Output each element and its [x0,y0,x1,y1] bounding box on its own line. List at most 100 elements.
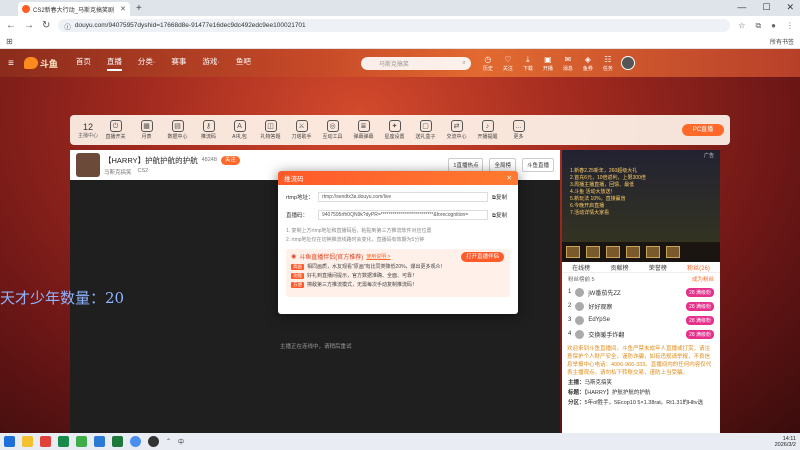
copy-rtmp-button[interactable]: ⧉复制 [492,193,507,202]
copy-key-button[interactable]: ⧉复制 [492,211,507,220]
tab-close-icon[interactable]: ✕ [120,5,126,13]
tool-danmaku[interactable]: ≣ 弹幕弹幕 [348,120,379,140]
browser-tab[interactable]: CS2新春大行动_马斯克搞笑剧 ✕ [18,2,130,16]
tab-online[interactable]: 在线榜 [572,263,590,272]
message-button[interactable]: ✉ 消息 [561,55,575,72]
tool-gift-box[interactable]: ▢ 送礼盒子 [410,120,441,140]
exchange-icon: ⇄ [450,120,463,132]
nav-home[interactable]: 首页 [76,56,91,71]
open-companion-button[interactable]: 打开直播伴侣 [460,252,504,262]
streamer-name[interactable]: 马斯克搞笑 [104,168,132,176]
back-icon[interactable]: ← [6,20,16,31]
chrome-icon[interactable] [130,436,141,447]
start-icon[interactable] [4,436,15,447]
global-rank-button[interactable]: 全局榜 [489,158,516,172]
tray-chevron-icon[interactable]: ⌃ [166,438,171,445]
excel-icon[interactable] [112,436,123,447]
close-window-icon[interactable]: ✕ [786,2,794,13]
all-bookmarks[interactable]: 所有书签 [770,37,794,46]
tool-data[interactable]: ▤ 数据中心 [162,120,193,140]
list-item[interactable]: 3 EdYpSe 28 满级粉 [562,313,720,327]
follow-button[interactable]: ♡ 关注 [501,55,515,72]
tool-interact[interactable]: ◎ 互动工具 [317,120,348,140]
anchor-toolbar: 12 主播中心 ⏻ 直播开关 ▦ 月表 ▤ 数据中心 ⚷ 推流码 A AI礼包 ◫ 礼物答题… [70,115,730,145]
coupon-button[interactable]: ◈ 鱼券 [581,55,595,72]
new-tab-icon[interactable]: + [136,3,142,14]
tab-contribution[interactable]: 贡献榜 [610,263,628,272]
close-icon[interactable]: ✕ [507,174,512,182]
language-indicator[interactable]: 中 [178,437,184,446]
list-item[interactable]: 1 jW番茄先ZZ 28 满级粉 [562,285,720,299]
rtmp-field[interactable]: rtmp://sendtx3a.douyu.com/live [318,192,488,202]
app-icon-dark[interactable] [148,436,159,447]
nav-games[interactable]: 游戏· [202,56,220,71]
forward-icon[interactable]: → [24,20,34,31]
list-item[interactable]: 4 交换暖手炸翻 28 满级粉 [562,327,720,341]
bell-icon: ♪ [481,120,494,132]
usage-link[interactable]: 使用说明 > [366,253,390,260]
system-clock[interactable]: 14:11 2026/3/2 [775,436,796,448]
nav-live[interactable]: 直播 [106,56,122,71]
maximize-icon[interactable]: ☐ [762,2,770,13]
broadcast-button[interactable]: ▣ 开播 [541,55,555,72]
douyu-logo[interactable]: 斗鱼 [23,57,58,70]
follow-button[interactable]: 关注 [220,155,240,165]
streamer-avatar[interactable] [76,153,100,177]
tip-line: 2. rtmp地址仅在切换推流线路时会变化，直播码有效期为5分钟 [286,237,425,243]
gift-slot-icon[interactable] [606,246,620,258]
gift-slot-icon[interactable] [626,246,640,258]
app-icon-blue[interactable] [94,436,105,447]
ad-banner[interactable]: 广告 1.新春2.25新年，260超级大礼 2.首充6元，10倍返利，上限300… [562,150,720,242]
nav-yuba[interactable]: 鱼吧 [236,56,251,71]
nav-events[interactable]: 赛事 [171,56,186,71]
download-button[interactable]: ⤓ 下载 [521,55,535,72]
list-item[interactable]: 2 好好观察 28 满级粉 [562,299,720,313]
promo-badge: 功能 [291,272,304,279]
extensions-icon[interactable]: ⧉ [755,21,761,31]
hot-button[interactable]: 1直播热点 [448,158,484,172]
tool-gift-quiz[interactable]: ◫ 礼物答题 [255,120,286,140]
url-field[interactable]: ⓘ douyu.com/94075957dyshid=17668d8e-9147… [58,19,731,32]
app-icon-lime[interactable] [76,436,87,447]
anchor-center-count[interactable]: 12 主播中心 [76,122,100,139]
tool-reminder[interactable]: ♪ 开播提醒 [472,120,503,140]
gift-slot-icon[interactable] [666,246,680,258]
become-fan-link[interactable]: 成为粉丝 [692,275,714,283]
history-button[interactable]: ◷ 历史 [481,55,495,72]
tool-monthly[interactable]: ▦ 月表 [131,120,162,140]
bookmark-star-icon[interactable]: ☆ [738,21,745,31]
gift-slot-icon[interactable] [646,246,660,258]
tool-constellation[interactable]: ✦ 星座设置 [379,120,410,140]
gift-slot-icon[interactable] [586,246,600,258]
gift-slot-icon[interactable] [566,246,580,258]
apps-grid-icon[interactable]: ⊞ [6,37,13,46]
file-explorer-icon[interactable] [22,436,33,447]
task-button[interactable]: ☷ 任务 [601,55,615,72]
tool-more[interactable]: … 更多 [503,120,534,140]
user-avatar[interactable] [620,56,635,70]
app-icon-red[interactable] [40,436,51,447]
pc-live-button[interactable]: PC直播 [682,124,724,136]
minimize-icon[interactable]: — [737,2,746,13]
stream-key-field[interactable]: 9407595rfh0QN9k?dyPR=*******************… [318,210,488,220]
profile-icon[interactable]: ● [771,21,776,31]
tab-fans[interactable]: 粉丝(26) [687,263,710,272]
tool-exchange[interactable]: ⇄ 交流中心 [441,120,472,140]
clock-date: 2026/3/2 [774,441,796,448]
search-icon[interactable]: ⌕ [462,60,465,67]
stream-category[interactable]: CS2 [138,168,149,176]
douyu-live-button[interactable]: 斗鱼直播 [521,158,554,172]
avatar [575,301,585,311]
search-input[interactable]: 马斯克搞笑 ⌕ [360,56,471,70]
tool-stream-key[interactable]: ⚷ 推流码 [193,120,224,140]
tool-live-switch[interactable]: ⏻ 直播开关 [100,120,131,140]
tool-ai-gift[interactable]: A AI礼包 [224,120,255,140]
tool-dota[interactable]: ⚔ 刀塔助手 [286,120,317,140]
tab-honor[interactable]: 荣誉榜 [649,263,667,272]
nav-category[interactable]: 分类· [138,56,156,71]
site-info-icon[interactable]: ⓘ [64,21,71,31]
hamburger-menu-icon[interactable]: ≡ [8,58,14,69]
app-icon-green[interactable] [58,436,69,447]
menu-dots-icon[interactable]: ⋮ [786,21,794,31]
reload-icon[interactable]: ↻ [42,20,50,31]
